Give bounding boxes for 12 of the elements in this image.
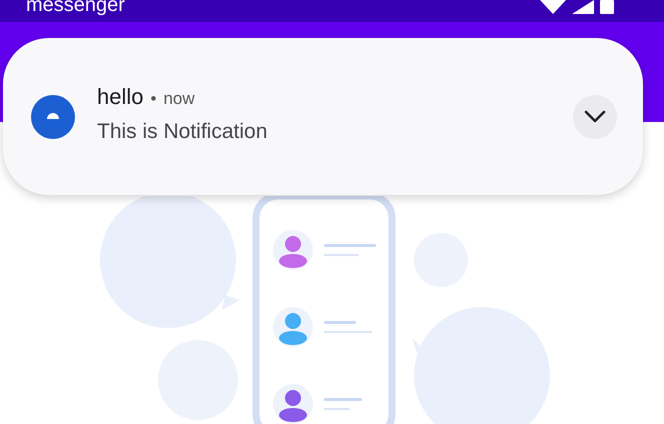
battery-icon (600, 0, 614, 14)
separator-dot: • (150, 88, 156, 108)
wifi-icon (540, 0, 566, 14)
notification-time: now (163, 88, 195, 108)
notification-title: hello (97, 84, 144, 110)
notification-card[interactable]: hello • now This is Notification (3, 38, 643, 195)
expand-button[interactable] (573, 94, 617, 138)
chevron-icon (584, 110, 606, 124)
signal-icon (572, 0, 594, 14)
notification-text: This is Notification (97, 120, 268, 144)
app-icon (31, 94, 75, 138)
app-name: messenger (26, 0, 125, 14)
